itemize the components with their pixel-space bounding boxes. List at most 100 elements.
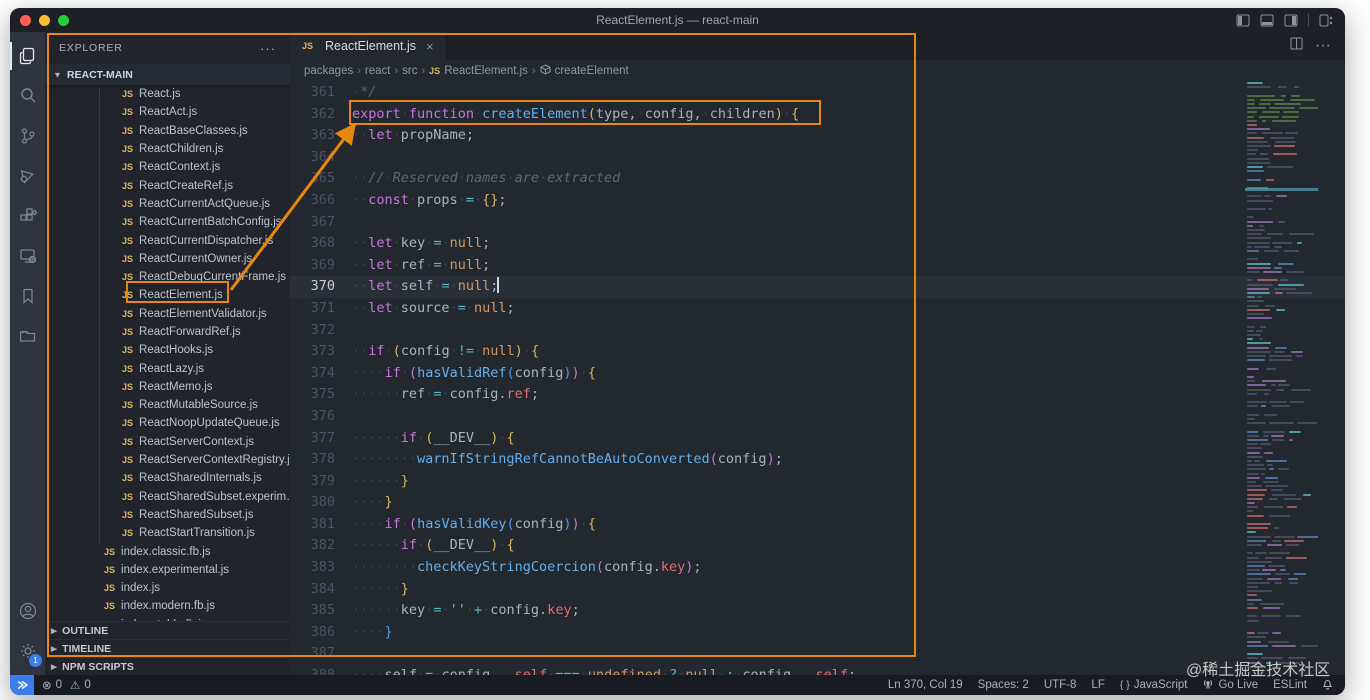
tab-reactelement[interactable]: JS ReactElement.js × — [290, 32, 447, 60]
zoom-window-button[interactable] — [58, 14, 69, 26]
tree-item-reacthooks-js[interactable]: JS ReactHooks.js — [45, 341, 290, 359]
js-file-icon: JS — [104, 564, 116, 575]
chevron-right-icon: ▶ — [51, 644, 58, 653]
remote-explorer-icon[interactable] — [10, 236, 45, 276]
tree-item-reactsharedsubset-experim-[interactable]: JS ReactSharedSubset.experim… — [45, 488, 290, 506]
tree-item-reactservercontextregistry-js[interactable]: JS ReactServerContextRegistry.js — [45, 451, 290, 469]
code-line-371: 371 ··let·source·=·null; — [290, 298, 1345, 320]
tree-item-reactmemo-js[interactable]: JS ReactMemo.js — [45, 378, 290, 396]
split-editor-icon[interactable] — [1290, 37, 1303, 55]
remote-indicator[interactable] — [10, 675, 34, 695]
status-lf[interactable]: LF — [1091, 679, 1104, 691]
tree-item-reactsharedsubset-js[interactable]: JS ReactSharedSubset.js — [45, 506, 290, 524]
extensions-icon[interactable] — [10, 196, 45, 236]
tree-item-reactcreateref-js[interactable]: JS ReactCreateRef.js — [45, 176, 290, 194]
tree-item-reactlazy-js[interactable]: JS ReactLazy.js — [45, 359, 290, 377]
code-line-386: 386 ····} — [290, 622, 1345, 644]
tree-item-reactdebugcurrentframe-js[interactable]: JS ReactDebugCurrentFrame.js — [45, 268, 290, 286]
js-file-icon: JS — [122, 235, 134, 246]
status-bell[interactable] — [1322, 678, 1333, 693]
js-file-icon: JS — [122, 400, 134, 411]
close-window-button[interactable] — [20, 14, 31, 26]
tree-item-reactcurrentowner-js[interactable]: JS ReactCurrentOwner.js — [45, 250, 290, 268]
minimize-window-button[interactable] — [39, 14, 50, 26]
tree-item-reactact-js[interactable]: JS ReactAct.js — [45, 103, 290, 121]
tree-item-reactcurrentactqueue-js[interactable]: JS ReactCurrentActQueue.js — [45, 195, 290, 213]
file-name: React.js — [139, 88, 181, 101]
code-line-369: 369 ··let·ref·=·null; — [290, 255, 1345, 277]
explorer-more-actions-icon[interactable]: ··· — [260, 41, 276, 56]
line-number: 366 — [310, 191, 335, 208]
tree-item-reactelementvalidator-js[interactable]: JS ReactElementValidator.js — [45, 305, 290, 323]
toggle-sidebar-icon[interactable] — [1236, 14, 1250, 27]
breadcrumb-item-src[interactable]: src — [402, 65, 417, 77]
line-number: 362 — [310, 105, 335, 122]
tree-item-reactservercontext-js[interactable]: JS ReactServerContext.js — [45, 433, 290, 451]
bookmarks-icon[interactable] — [10, 276, 45, 316]
js-file-icon: JS — [122, 107, 134, 118]
status-eslint[interactable]: ESLint — [1273, 679, 1307, 691]
tree-item-reactcontext-js[interactable]: JS ReactContext.js — [45, 158, 290, 176]
accounts-icon[interactable] — [10, 591, 45, 631]
window-controls — [20, 14, 69, 26]
tree-item-reactcurrentdispatcher-js[interactable]: JS ReactCurrentDispatcher.js — [45, 231, 290, 249]
code-line-385: 385 ······key·=·''·+·config.key; — [290, 600, 1345, 622]
explorer-icon[interactable] — [10, 36, 45, 76]
tree-item-index-js[interactable]: JS index.js — [45, 579, 290, 597]
problems-status[interactable]: ⊗ 0 ⚠ 0 — [42, 678, 91, 692]
tree-item-reactnoopupdatequeue-js[interactable]: JS ReactNoopUpdateQueue.js — [45, 414, 290, 432]
toggle-panel-icon[interactable] — [1260, 14, 1274, 27]
tree-item-reactbaseclasses-js[interactable]: JS ReactBaseClasses.js — [45, 122, 290, 140]
sidebar-section-timeline[interactable]: ▶ TIMELINE — [45, 639, 290, 657]
tree-item-index-experimental-js[interactable]: JS index.experimental.js — [45, 561, 290, 579]
editor-group: JS ReactElement.js × ··· packages › react ›… — [290, 32, 1345, 675]
tree-item-reactcurrentbatchconfig-js[interactable]: JS ReactCurrentBatchConfig.js — [45, 213, 290, 231]
tree-item-reactelement-js[interactable]: JS ReactElement.js — [45, 286, 290, 304]
sidebar-section-outline[interactable]: ▶ OUTLINE — [45, 621, 290, 639]
js-file-icon: JS — [104, 583, 116, 594]
tree-item-reactchildren-js[interactable]: JS ReactChildren.js — [45, 140, 290, 158]
breadcrumb-item-packages[interactable]: packages — [304, 65, 353, 77]
code-editor[interactable]: 361 ·*/362 export·function·createElement(t… — [290, 82, 1345, 675]
status-ln-370-col-19[interactable]: Ln 370, Col 19 — [888, 679, 963, 691]
toggle-secondary-sidebar-icon[interactable] — [1284, 14, 1298, 27]
js-file-icon: JS — [122, 528, 134, 539]
code-line-376: 376 — [290, 406, 1345, 428]
line-number: 385 — [310, 602, 335, 619]
tree-item-index-modern-fb-js[interactable]: JS index.modern.fb.js — [45, 597, 290, 615]
close-tab-icon[interactable]: × — [426, 39, 434, 54]
workspace-root-folder[interactable]: ▼ REACT-MAIN — [45, 64, 290, 85]
breadcrumb-item-createelement[interactable]: createElement — [540, 64, 629, 78]
project-manager-icon[interactable] — [10, 316, 45, 356]
code-line-387: 387 — [290, 643, 1345, 665]
run-debug-icon[interactable] — [10, 156, 45, 196]
status-go-live[interactable]: Go Live — [1202, 678, 1258, 692]
breadcrumb-item-react[interactable]: react — [365, 65, 391, 77]
js-file-icon: JS — [122, 509, 134, 520]
breadcrumb-item-reactelement-js[interactable]: JS ReactElement.js — [429, 65, 528, 77]
minimap[interactable] — [1245, 82, 1318, 675]
status-utf-8[interactable]: UTF-8 — [1044, 679, 1077, 691]
tree-item-reactmutablesource-js[interactable]: JS ReactMutableSource.js — [45, 396, 290, 414]
settings-gear-icon[interactable]: 1 — [10, 631, 45, 671]
line-number: 383 — [310, 559, 335, 576]
status-bar: ⊗ 0 ⚠ 0 Ln 370, Col 19 Spaces: 2 UTF-8 LF { } J… — [10, 675, 1345, 695]
sidebar-section-npm-scripts[interactable]: ▶ NPM SCRIPTS — [45, 657, 290, 675]
tree-item-reactstarttransition-js[interactable]: JS ReactStartTransition.js — [45, 524, 290, 542]
tree-item-index-classic-fb-js[interactable]: JS index.classic.fb.js — [45, 542, 290, 560]
tree-item-reactsharedinternals-js[interactable]: JS ReactSharedInternals.js — [45, 469, 290, 487]
file-name: ReactNoopUpdateQueue.js — [139, 417, 280, 430]
status-javascript[interactable]: { } JavaScript — [1120, 679, 1188, 691]
code-line-384: 384 ······} — [290, 579, 1345, 601]
customize-layout-icon[interactable] — [1319, 14, 1333, 27]
file-name: index.modern.fb.js — [121, 600, 215, 613]
search-icon[interactable] — [10, 76, 45, 116]
file-name: ReactServerContextRegistry.js — [139, 454, 290, 467]
code-line-361: 361 ·*/ — [290, 82, 1345, 104]
code-line-367: 367 — [290, 212, 1345, 234]
tree-item-reactforwardref-js[interactable]: JS ReactForwardRef.js — [45, 323, 290, 341]
tree-item-react-js[interactable]: JS React.js — [45, 85, 290, 103]
status-spaces-2[interactable]: Spaces: 2 — [978, 679, 1029, 691]
source-control-icon[interactable] — [10, 116, 45, 156]
editor-more-actions-icon[interactable]: ··· — [1315, 37, 1331, 55]
